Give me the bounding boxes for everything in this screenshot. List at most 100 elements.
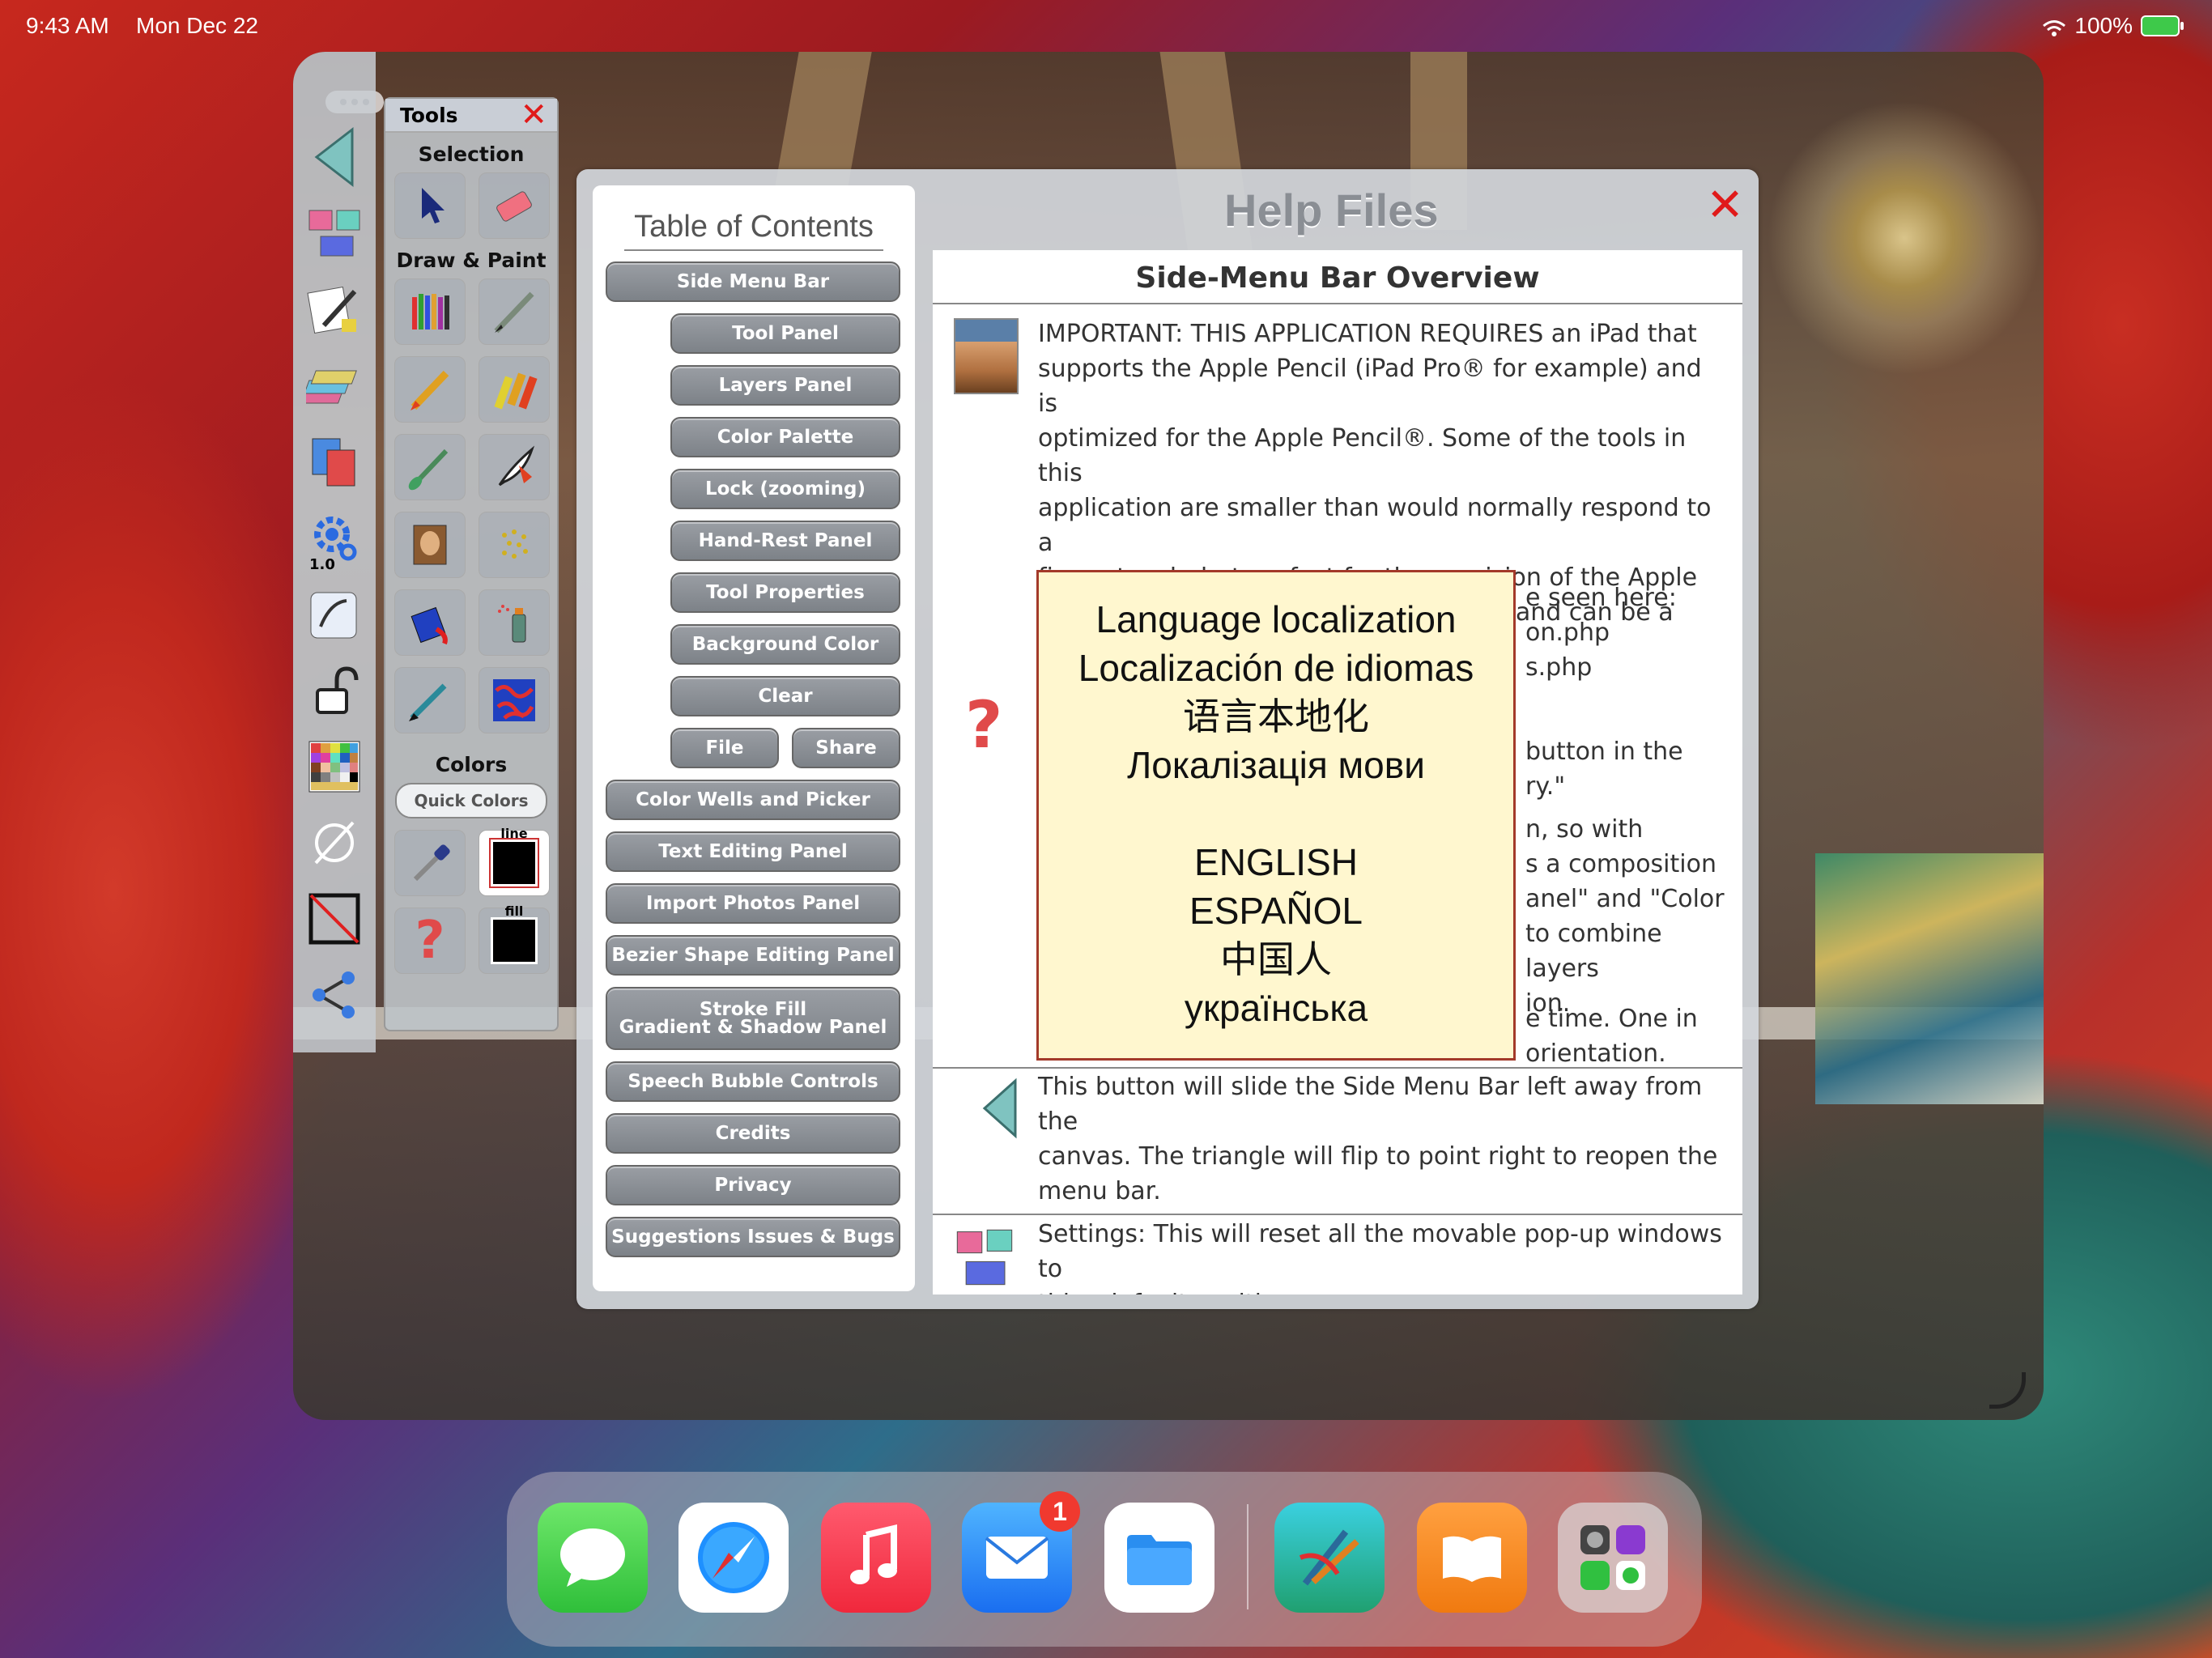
close-help-icon[interactable]: ✕ (1706, 179, 1744, 232)
text-line: to combine layers (1525, 920, 1662, 983)
language-localization-popup[interactable]: Language localization Localización de id… (1036, 570, 1516, 1061)
lang-line-title-es: Localización de idiomas (1078, 647, 1474, 689)
text-line: e seen here: (1525, 584, 1677, 612)
toc-tool-panel[interactable]: Tool Panel (670, 313, 900, 354)
text-line: application are smaller than would norma… (1038, 494, 1712, 557)
toc-background-color[interactable]: Background Color (670, 624, 900, 665)
toc-text-editing[interactable]: Text Editing Panel (606, 831, 900, 872)
pen-tool-button[interactable] (479, 278, 550, 345)
text-line: n, so with (1525, 815, 1644, 844)
tools-panel-header[interactable]: Tools ✕ (385, 99, 557, 133)
toc-hand-rest-panel[interactable]: Hand-Rest Panel (670, 521, 900, 561)
toc-tool-properties[interactable]: Tool Properties (670, 572, 900, 613)
safari-app[interactable] (678, 1503, 789, 1613)
spray-can-button[interactable] (479, 589, 550, 656)
spray-tool-button[interactable] (479, 512, 550, 578)
toc-layers-panel[interactable]: Layers Panel (670, 365, 900, 406)
quill-icon (498, 445, 535, 487)
calligraphy-tool-button[interactable] (479, 434, 550, 500)
mail-app[interactable]: 1 (962, 1491, 1080, 1613)
toc-suggestions[interactable]: Suggestions Issues & Bugs (606, 1217, 900, 1257)
toc-side-menu-bar[interactable]: Side Menu Bar (606, 261, 900, 302)
pencil-settings-button[interactable] (303, 278, 366, 342)
select-tool-button[interactable] (394, 172, 466, 239)
lang-option-ukrainian[interactable]: українська (1039, 984, 1513, 1032)
marker-tool-button[interactable] (394, 356, 466, 423)
text-line: on.php (1525, 619, 1610, 647)
toc-privacy[interactable]: Privacy (606, 1165, 900, 1205)
painting-photo (1815, 853, 2044, 1104)
author-avatar (954, 318, 1019, 394)
paint-bucket-button[interactable] (394, 589, 466, 656)
paint-bucket-icon (410, 606, 448, 645)
spray-dots-icon (502, 529, 528, 559)
share-button[interactable] (303, 963, 366, 1027)
obscured-paragraph-4: e time. One in orientation. (1525, 1001, 1736, 1071)
toc-color-palette[interactable]: Color Palette (670, 417, 900, 457)
files-app[interactable] (1104, 1503, 1214, 1613)
zoom-settings-button[interactable]: 1.0 (303, 507, 366, 573)
toc-file[interactable]: File (670, 728, 779, 768)
obscured-paragraph-1: e seen here: on.php s.php (1525, 580, 1736, 685)
books-app[interactable] (1417, 1503, 1527, 1613)
slide-paragraph: This button will slide the Side Menu Bar… (1038, 1069, 1726, 1209)
file-button[interactable] (303, 431, 366, 494)
toc-color-wells[interactable]: Color Wells and Picker (606, 780, 900, 820)
dock-divider (1247, 1504, 1249, 1609)
slide-menu-button[interactable] (310, 125, 359, 189)
art-tools-icon (1299, 1529, 1359, 1586)
tools-help-button[interactable]: ? (394, 908, 466, 974)
window-resize-handle[interactable] (1989, 1372, 2026, 1409)
app-library-folder[interactable] (1558, 1503, 1668, 1613)
pattern-tool-button[interactable] (479, 667, 550, 733)
wifi-icon (2042, 17, 2066, 36)
toc-credits[interactable]: Credits (606, 1113, 900, 1154)
background-color-button[interactable] (303, 887, 366, 950)
toc-share[interactable]: Share (792, 728, 900, 768)
obscured-paragraph-2: button in the ry." (1525, 734, 1736, 804)
close-tools-icon[interactable]: ✕ (520, 99, 547, 131)
lock-button[interactable] (303, 659, 366, 722)
help-title: Help Files (1224, 185, 1439, 236)
line-color-well[interactable]: line (479, 826, 550, 896)
photo-tool-button[interactable] (394, 512, 466, 578)
color-palette-button[interactable] (303, 735, 366, 798)
bezier-pen-button[interactable] (394, 667, 466, 733)
layers-button[interactable] (303, 355, 366, 418)
hand-rest-button[interactable] (303, 583, 366, 646)
toc-lock-zooming[interactable]: Lock (zooming) (670, 469, 900, 509)
eyedropper-button[interactable] (394, 830, 466, 896)
drawing-app[interactable] (1274, 1503, 1385, 1613)
toc-import-photos[interactable]: Import Photos Panel (606, 883, 900, 924)
dock: 1 (507, 1472, 1702, 1647)
lang-option-chinese[interactable]: 中国人 (1039, 935, 1513, 984)
open-book-icon (1443, 1536, 1501, 1582)
toc-speech-bubble[interactable]: Speech Bubble Controls (606, 1061, 900, 1102)
toc-stroke-fill[interactable]: Stroke Fill Gradient & Shadow Panel (606, 987, 900, 1050)
selection-section-label: Selection (418, 142, 525, 166)
fill-color-swatch (491, 917, 538, 964)
music-app[interactable] (821, 1503, 931, 1613)
language-help-icon[interactable]: ? (965, 687, 1002, 763)
settings-paragraph: Settings: This will reset all the movabl… (1038, 1217, 1726, 1295)
toc-clear[interactable]: Clear (670, 676, 900, 716)
mail-badge: 1 (1040, 1491, 1080, 1532)
lang-option-english[interactable]: ENGLISH (1039, 838, 1513, 886)
toc-bezier[interactable]: Bezier Shape Editing Panel (606, 935, 900, 976)
tools-panel-title: Tools (400, 103, 458, 127)
toc-stroke-fill-line1: Stroke Fill (699, 999, 807, 1020)
text-line: e time. One in (1525, 1005, 1698, 1033)
eraser-tool-button[interactable] (479, 172, 550, 239)
quick-colors-button[interactable]: Quick Colors (395, 783, 547, 818)
text-line: s.php (1525, 653, 1593, 682)
clear-button[interactable] (303, 811, 366, 874)
crayon-tool-button[interactable] (479, 356, 550, 423)
messages-app[interactable] (538, 1503, 648, 1613)
text-line: optimized for the Apple Pencil®. Some of… (1038, 424, 1687, 487)
paintbrush-icon (408, 449, 449, 491)
brush-tool-button[interactable] (394, 434, 466, 500)
fill-color-well[interactable]: fill (479, 903, 550, 974)
reset-windows-button[interactable] (303, 202, 366, 266)
pencils-tool-button[interactable] (394, 278, 466, 345)
lang-option-spanish[interactable]: ESPAÑOL (1039, 886, 1513, 935)
